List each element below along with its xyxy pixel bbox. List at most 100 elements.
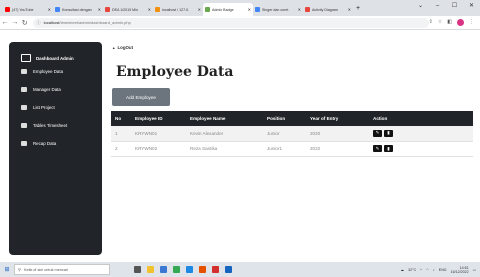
close-tab-icon[interactable]: ✕: [148, 7, 151, 12]
table-icon: [21, 68, 27, 74]
cell-employee-id: KRYWN01: [131, 126, 186, 142]
trash-icon[interactable]: ▮: [384, 129, 393, 137]
sidebar-brand[interactable]: Dashboard Admin: [9, 42, 102, 62]
close-icon[interactable]: ✕: [463, 0, 480, 12]
column-header-position: Position: [267, 116, 286, 121]
clock[interactable]: 14:51 16/12/2022: [451, 266, 469, 274]
browser-tab[interactable]: localhost / 127.0. ✕: [153, 3, 203, 16]
trash-icon[interactable]: ▮: [384, 145, 393, 152]
volume-icon[interactable]: ♪: [433, 268, 435, 272]
url-host: localhost: [43, 20, 60, 25]
close-tab-icon[interactable]: ✕: [98, 7, 101, 12]
app-icon[interactable]: [212, 266, 219, 273]
windows-start-icon[interactable]: ⊞: [0, 266, 14, 273]
browser-tab[interactable]: (47) YouTube ✕: [3, 3, 53, 16]
reload-icon[interactable]: ↻: [20, 19, 30, 27]
clock-date: 16/12/2022: [450, 269, 469, 274]
cell-position: Junior1: [263, 141, 306, 157]
info-icon[interactable]: ⓘ: [37, 20, 41, 26]
employee-table: No Employee ID Employee Name Position Ye…: [111, 111, 473, 157]
table-icon: [21, 86, 27, 92]
close-tab-icon[interactable]: ✕: [198, 7, 201, 12]
task-view-icon[interactable]: [134, 266, 141, 273]
pdf-icon: [105, 7, 110, 12]
file-explorer-icon[interactable]: [147, 266, 154, 273]
cell-action: ✎ ▮: [369, 126, 473, 142]
column-header-employee-name: Employee Name: [190, 116, 226, 121]
chrome-icon[interactable]: [173, 266, 180, 273]
sidebar-item-list-project[interactable]: List Project: [9, 98, 102, 116]
minimize-icon[interactable]: –: [429, 0, 446, 12]
browser-tab[interactable]: Singer dan coret ✕: [253, 3, 303, 16]
browser-tab[interactable]: DEA 1/2019 Min ✕: [103, 3, 153, 16]
add-employee-button[interactable]: Add Employee: [112, 88, 170, 106]
star-icon[interactable]: ☆: [438, 19, 442, 26]
wifi-icon[interactable]: ◠: [426, 268, 429, 272]
back-arrow-icon[interactable]: ←: [0, 19, 10, 26]
dashboard-logo-icon: [21, 54, 31, 62]
store-icon[interactable]: [160, 266, 167, 273]
column-header-employee-id: Employee ID: [135, 116, 163, 121]
sidebar-item-label: Recap Data: [33, 140, 57, 146]
browser-tab-active[interactable]: Admin Badge ✕: [203, 3, 253, 16]
maximize-icon[interactable]: ☐: [446, 0, 463, 12]
google-icon: [55, 7, 60, 12]
profile-avatar[interactable]: [457, 19, 464, 26]
kebab-menu-icon[interactable]: ⋮: [469, 19, 474, 26]
sidebar-item-manager-data[interactable]: Manager Data: [9, 80, 102, 98]
edit-icon[interactable]: ✎: [373, 129, 382, 137]
sidebar: Dashboard Admin Employee Data Manager Da…: [9, 42, 102, 255]
sidebar-item-label: Manager Data: [33, 86, 61, 92]
browser-tab[interactable]: Konsultasi dengan ✕: [53, 3, 103, 16]
logout-link[interactable]: LogOut: [112, 45, 133, 50]
tab-title: Singer dan coret: [262, 7, 289, 12]
column-header-action: Action: [373, 116, 388, 121]
google-icon: [255, 7, 260, 12]
close-tab-icon[interactable]: ✕: [248, 7, 251, 12]
close-tab-icon[interactable]: ✕: [48, 7, 51, 12]
browser-tab-strip: (47) YouTube ✕ Konsultasi dengan ✕ DEA 1…: [0, 0, 480, 16]
address-bar[interactable]: ⓘ localhost /timesheet/admin/dashboard_a…: [32, 17, 429, 28]
sidebar-item-employee-data[interactable]: Employee Data: [9, 62, 102, 80]
tab-title: Admin Badge: [212, 7, 234, 12]
sidebar-item-label: Tables Timesheet: [33, 122, 68, 128]
column-header-year-of-entry: Year of Entry: [310, 116, 339, 121]
browser-tab[interactable]: Activity Diagram ✕: [303, 3, 353, 16]
tab-title: Konsultasi dengan: [62, 7, 92, 12]
phpmyadmin-icon: [155, 7, 160, 12]
edit-icon[interactable]: ✎: [373, 145, 382, 152]
cell-no: 1: [111, 126, 131, 142]
forward-arrow-icon[interactable]: →: [10, 19, 20, 26]
table-row: 2 KRYWN02 Reza Santika Junior1 2022 ✎ ▮: [111, 141, 473, 157]
tray-chevron-icon[interactable]: ^: [420, 268, 422, 272]
weather-temp: 32°C: [408, 267, 417, 272]
weather-icon[interactable]: ☁: [401, 268, 405, 272]
cell-position: Junior: [263, 126, 306, 142]
brand-label: Dashboard Admin: [36, 55, 74, 61]
cell-action: ✎ ▮: [369, 141, 473, 157]
app-icon[interactable]: [199, 266, 206, 273]
window-controls: ⌄ – ☐ ✕: [412, 0, 480, 12]
sidebar-item-tables-timesheet[interactable]: Tables Timesheet: [9, 116, 102, 134]
folder-icon: [21, 122, 27, 128]
chevron-down-icon[interactable]: ⌄: [412, 0, 429, 12]
vscode-icon[interactable]: [186, 266, 193, 273]
language-indicator[interactable]: ENG: [439, 268, 447, 272]
search-placeholder: Ketik di sini untuk mencari: [23, 267, 69, 272]
system-tray: ☁ 32°C ^ ◠ ♪ ENG 14:51 16/12/2022 ▭: [401, 266, 480, 274]
app-icon[interactable]: [225, 266, 232, 273]
close-tab-icon[interactable]: ✕: [298, 7, 301, 12]
column-header-no: No: [115, 116, 122, 121]
notification-icon[interactable]: ▭: [473, 268, 476, 272]
sidepanel-icon[interactable]: ◧: [447, 19, 452, 26]
browser-actions: ⇪ ☆ ◧ ⋮: [429, 19, 474, 26]
cell-employee-name: Reza Santika: [186, 141, 263, 157]
cell-employee-name: Kevin Alexander: [186, 126, 263, 142]
new-tab-button[interactable]: +: [353, 3, 363, 16]
sidebar-item-recap-data[interactable]: Recap Data: [9, 134, 102, 152]
tab-title: (47) YouTube: [12, 7, 34, 12]
taskbar-search[interactable]: ⚲ Ketik di sini untuk mencari: [14, 264, 110, 275]
taskbar-apps: [134, 266, 232, 273]
share-icon[interactable]: ⇪: [429, 19, 433, 26]
close-tab-icon[interactable]: ✕: [348, 7, 351, 12]
